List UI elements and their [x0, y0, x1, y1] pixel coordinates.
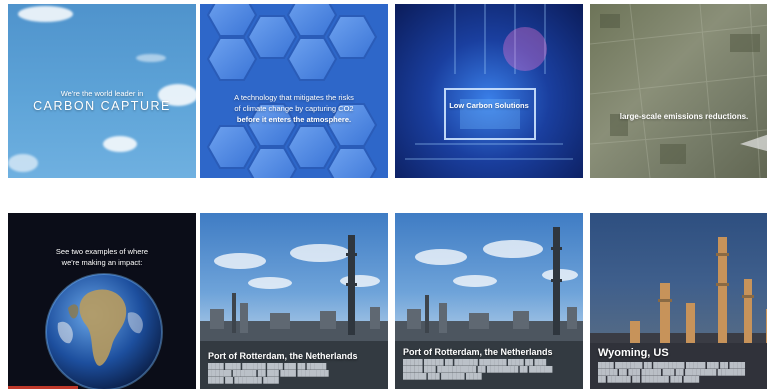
- cloud-shape: [136, 54, 166, 62]
- tile-1-line-1: We're the world leader in: [60, 89, 144, 98]
- tile-5-line-2: we're making an impact:: [61, 258, 143, 267]
- tile-carbon-capture[interactable]: We're the world leader in CARBON CAPTURE: [8, 4, 196, 178]
- tile-technology[interactable]: A technology that mitigates the risks of…: [200, 4, 388, 178]
- tile-rotterdam-2[interactable]: Port of Rotterdam, the Netherlands █████…: [395, 213, 583, 389]
- tile-2-line-3: before it enters the atmosphere.: [236, 115, 352, 124]
- tile-7-caption: Port of Rotterdam, the Netherlands: [403, 347, 553, 357]
- tile-1-line-2: CARBON CAPTURE: [33, 99, 171, 113]
- tile-4-line-1: large-scale emissions reductions.: [619, 112, 749, 121]
- tile-5-line-1: See two examples of where: [55, 247, 149, 256]
- earth-globe: [45, 273, 163, 389]
- tile-rotterdam-1[interactable]: Port of Rotterdam, the Netherlands ████ …: [200, 213, 388, 389]
- tile-impact-examples[interactable]: See two examples of where we're making a…: [8, 213, 196, 389]
- tile-emissions-reductions[interactable]: large-scale emissions reductions.: [590, 4, 767, 178]
- tile-2-line-1: A technology that mitigates the risks: [234, 93, 354, 102]
- tile-wyoming[interactable]: Wyoming, US ████ ███████ ██ ████████ ███…: [590, 213, 767, 389]
- tile-8-caption: Wyoming, US: [598, 347, 669, 359]
- cloud-shape: [8, 154, 38, 172]
- cloud-shape: [18, 6, 73, 22]
- circuit-chip-graphic: [405, 4, 573, 160]
- refinery-skyline: [200, 235, 388, 389]
- tile-7-blurred-text: █████ █████ ██ ██████ ███████ ████ ██ ██…: [403, 360, 553, 380]
- airplane-shape: [740, 134, 767, 152]
- tile-6-blurred-text: ████ ████ ██████ ████ ███ ██ █████ ██████…: [208, 364, 329, 384]
- tile-2-line-2: of climate change by capturing CO2: [234, 104, 354, 113]
- hexagon-pattern: [206, 4, 378, 178]
- tile-3-line-1: Low Carbon Solutions: [449, 101, 529, 110]
- tile-6-caption: Port of Rotterdam, the Netherlands: [208, 351, 358, 361]
- aerial-map-texture: [590, 4, 767, 178]
- tile-low-carbon-solutions[interactable]: Low Carbon Solutions: [395, 4, 583, 178]
- progress-bar: [8, 386, 78, 389]
- cloud-shape: [103, 136, 137, 152]
- tile-8-blurred-text: ████ ███████ ██ ████████ █████ ███ ██ ██…: [598, 363, 746, 383]
